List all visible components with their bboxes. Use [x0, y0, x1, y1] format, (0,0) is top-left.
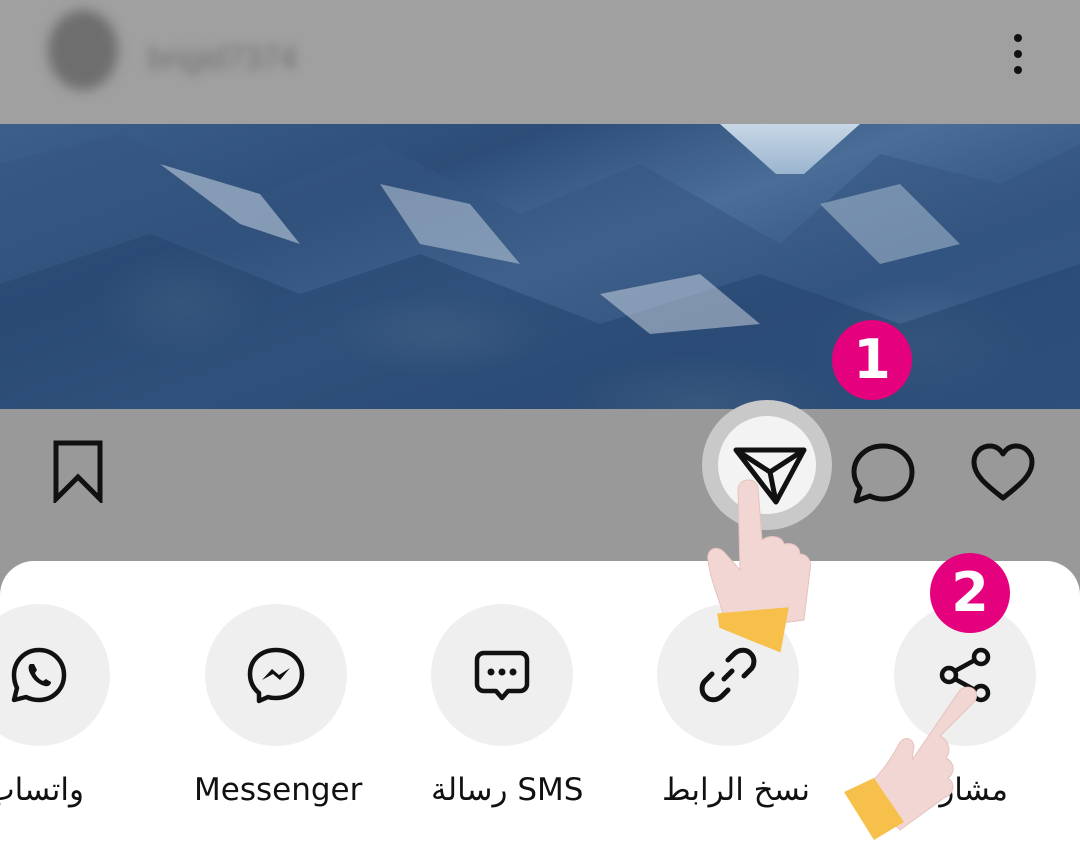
- bookmark-icon[interactable]: [48, 439, 108, 503]
- messenger-icon: [247, 647, 305, 704]
- whatsapp-icon: [11, 647, 67, 703]
- avatar[interactable]: [48, 10, 118, 90]
- post-header: brigid7374: [0, 0, 1080, 124]
- sms-icon: [474, 650, 530, 701]
- step-badge-1: 1: [832, 320, 912, 400]
- share-label-whatsapp: واتساب: [0, 772, 84, 808]
- post-action-bar: [0, 409, 1080, 561]
- mountain-texture: [0, 134, 1080, 409]
- more-vertical-icon[interactable]: [1000, 30, 1036, 80]
- share-sms-button[interactable]: [431, 604, 573, 746]
- share-label-sms: رسالة SMS: [431, 772, 584, 808]
- share-label-copy-link: نسخ الرابط: [662, 772, 810, 808]
- pointing-hand-icon: [844, 686, 978, 840]
- post-image: [0, 124, 1080, 409]
- heart-icon[interactable]: [968, 438, 1038, 508]
- username[interactable]: brigid7374: [148, 40, 297, 77]
- share-messenger-button[interactable]: [205, 604, 347, 746]
- pointing-hand-icon: [707, 479, 811, 653]
- share-label-messenger: Messenger: [194, 772, 363, 808]
- comment-icon[interactable]: [848, 438, 918, 508]
- step-badge-2: 2: [930, 553, 1010, 633]
